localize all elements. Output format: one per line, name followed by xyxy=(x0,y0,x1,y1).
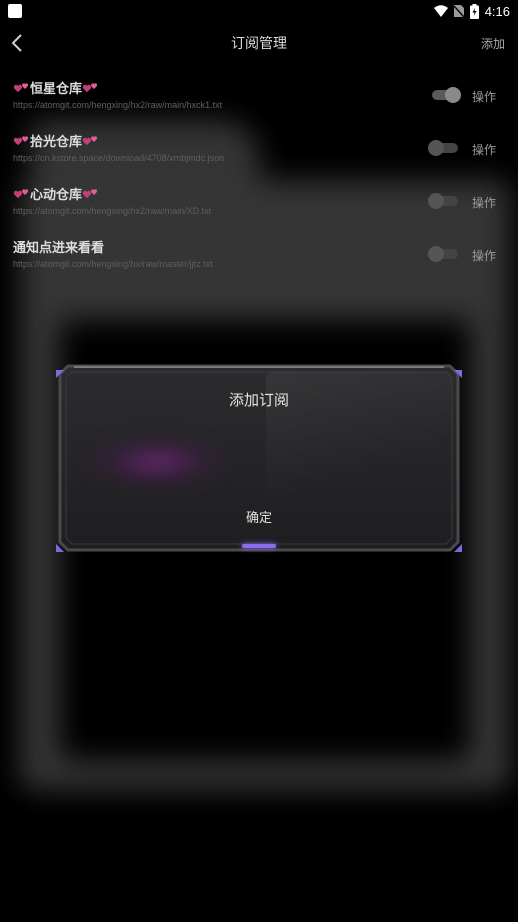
page-title: 订阅管理 xyxy=(231,36,287,52)
subscription-action-button[interactable]: 操作 xyxy=(472,194,496,211)
subscription-row[interactable]: 心动仓库 https://atomgit.com/hengxing/hx2/raw… xyxy=(0,180,518,233)
status-time: 4:16 xyxy=(484,3,510,19)
dialog-title: 添加订阅 xyxy=(228,391,289,409)
add-subscription-button[interactable]: 添加 xyxy=(481,35,505,52)
subscription-action-button[interactable]: 操作 xyxy=(472,247,496,264)
subscription-name-text: 通知点进来看看 xyxy=(13,241,105,256)
toggle-thumb xyxy=(428,140,444,156)
heart-icon xyxy=(82,81,99,94)
dialog-glow xyxy=(82,432,232,492)
subscription-action-button[interactable]: 操作 xyxy=(472,88,496,105)
heart-icon xyxy=(82,134,99,147)
toggle-thumb xyxy=(445,87,461,103)
subscription-toggle[interactable] xyxy=(428,246,460,262)
subscription-row[interactable]: 恒星仓库 https://atomgit.com/hengxing/hx2/raw… xyxy=(0,74,518,127)
confirm-button[interactable]: 确定 xyxy=(222,508,296,530)
subscription-row[interactable]: 通知点进来看看 https://atomgit.com/hengxing/hx/r… xyxy=(0,233,518,286)
subscription-name: 恒星仓库 xyxy=(13,78,99,97)
subscription-name-text: 心动仓库 xyxy=(30,188,83,203)
subscription-url: https://atomgit.com/hengxing/hx2/raw/mai… xyxy=(13,100,223,110)
heart-icon xyxy=(13,187,30,200)
status-bar: 4:16 xyxy=(0,0,518,22)
heart-icon xyxy=(13,81,30,94)
subscription-url: https://atomgit.com/hengxing/hx2/raw/mai… xyxy=(13,206,212,216)
app-bar: 订阅管理 添加 xyxy=(0,28,518,58)
status-icons: 4:16 xyxy=(433,2,510,20)
add-subscription-dialog: 添加订阅 确定 xyxy=(54,362,464,554)
heart-icon xyxy=(82,187,99,200)
toggle-thumb xyxy=(428,246,444,262)
toggle-thumb xyxy=(428,193,444,209)
subscription-name: 拾光仓库 xyxy=(13,131,99,150)
wifi-icon xyxy=(433,5,448,17)
subscription-url: https://cn.kstore.space/download/4708/xm… xyxy=(13,153,225,163)
subscription-url: https://atomgit.com/hengxing/hx/raw/mast… xyxy=(13,259,213,269)
subscription-name-text: 恒星仓库 xyxy=(30,82,83,97)
heart-icon xyxy=(13,134,30,147)
subscription-name-text: 拾光仓库 xyxy=(30,135,83,150)
no-sim-icon xyxy=(453,5,464,17)
subscription-row[interactable]: 拾光仓库 https://cn.kstore.space/download/470… xyxy=(0,127,518,180)
square-icon xyxy=(8,4,22,18)
subscription-toggle[interactable] xyxy=(428,140,460,156)
subscription-action-button[interactable]: 操作 xyxy=(472,141,496,158)
subscription-name: 心动仓库 xyxy=(13,184,99,203)
subscription-toggle[interactable] xyxy=(428,193,460,209)
subscription-list: 恒星仓库 https://atomgit.com/hengxing/hx2/raw… xyxy=(0,74,518,286)
subscription-toggle[interactable] xyxy=(430,87,461,103)
subscription-name: 通知点进来看看 xyxy=(13,237,104,256)
subscription-management-page: 4:16 订阅管理 添加 恒星仓库 https://atomgit.com/hen… xyxy=(0,0,518,922)
battery-charging-icon xyxy=(469,3,479,19)
dialog-accent-bar xyxy=(242,544,276,548)
